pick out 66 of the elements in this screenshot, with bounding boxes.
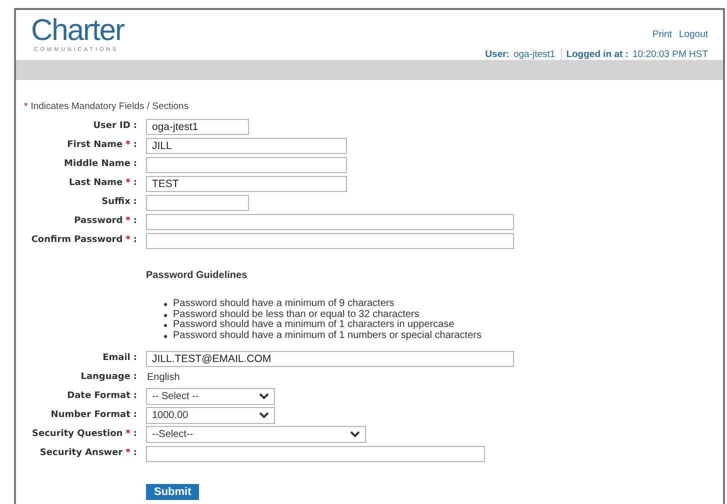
- header-link[interactable]: Logout: [678, 28, 708, 42]
- field-label: First Name: [67, 139, 123, 152]
- dropdown[interactable]: --Select--: [146, 426, 366, 444]
- required-mark: *: [126, 428, 130, 441]
- input-field[interactable]: [146, 156, 347, 173]
- field-label: Number Format: [50, 409, 130, 422]
- bullet-icon: [164, 334, 167, 338]
- guideline-item: Password should be less than or equal to 32 characters: [173, 310, 420, 320]
- field-label: Password: [74, 215, 123, 228]
- required-mark: *: [126, 234, 130, 247]
- field-label: User ID: [93, 120, 130, 133]
- required-mark: *: [126, 177, 130, 190]
- input-field[interactable]: [146, 232, 514, 249]
- user-label: User:: [485, 48, 510, 62]
- field-label: Date Format: [67, 390, 130, 403]
- required-mark: *: [24, 100, 28, 114]
- login-time: 10:20:03 PM HST: [632, 48, 708, 62]
- guideline-item: Password should have a minimum of 1 characters in uppercase: [173, 320, 454, 330]
- label-colon: :: [133, 352, 137, 365]
- field-label: Confirm Password: [31, 234, 123, 247]
- guidelines-title: Password Guidelines: [146, 269, 248, 284]
- guideline-item: Password should have a minimum of 9 characters: [173, 299, 394, 310]
- submit-button[interactable]: Submit: [146, 484, 200, 500]
- label-colon: :: [133, 177, 137, 190]
- chevron-down-icon: [259, 412, 269, 420]
- bullet-icon: [164, 314, 167, 316]
- label-colon: :: [133, 428, 137, 441]
- dropdown[interactable]: -- Select --: [146, 388, 275, 406]
- input-field[interactable]: [146, 194, 249, 211]
- label-colon: :: [133, 390, 137, 403]
- mandatory-note: Indicates Mandatory Fields / Sections: [30, 100, 189, 114]
- field-label: Security Answer: [40, 447, 123, 460]
- field-label: Security Question: [32, 428, 123, 441]
- input-field[interactable]: [146, 214, 514, 230]
- required-mark: *: [126, 447, 130, 460]
- input-field[interactable]: JILL.TEST@EMAIL.COM: [146, 350, 514, 367]
- field-label: Suffix: [102, 196, 130, 209]
- label-colon: :: [133, 371, 137, 384]
- label-colon: :: [133, 158, 137, 171]
- input-field[interactable]: oga-jtest1: [146, 118, 249, 135]
- label-colon: :: [133, 215, 137, 228]
- field-label: Middle Name: [64, 158, 130, 171]
- label-colon: :: [133, 139, 137, 152]
- chevron-down-icon: [350, 431, 360, 438]
- label-colon: :: [133, 196, 137, 209]
- input-field[interactable]: [146, 446, 485, 462]
- input-field[interactable]: JILL: [146, 138, 347, 154]
- guideline-item: Password should have a minimum of 1 numbers or special characters: [173, 330, 482, 342]
- dropdown[interactable]: 1000.00: [146, 407, 275, 424]
- required-mark: *: [126, 139, 130, 152]
- chevron-down-icon: [259, 393, 269, 400]
- field-label: Email: [102, 352, 130, 365]
- field-label: Last Name: [68, 177, 123, 190]
- label-colon: :: [133, 234, 137, 247]
- label-colon: :: [133, 120, 137, 133]
- field-label: Language: [80, 371, 130, 384]
- logo-wordmark: Charter: [31, 16, 124, 46]
- bullet-icon: [164, 324, 167, 327]
- required-mark: *: [126, 215, 130, 228]
- field-value: English: [146, 371, 180, 386]
- input-field[interactable]: TEST: [146, 176, 347, 192]
- bullet-icon: [164, 303, 167, 306]
- login-label: Logged in at :: [566, 48, 628, 62]
- label-colon: :: [133, 409, 137, 422]
- label-colon: :: [133, 447, 137, 460]
- header-link[interactable]: Print: [652, 28, 672, 42]
